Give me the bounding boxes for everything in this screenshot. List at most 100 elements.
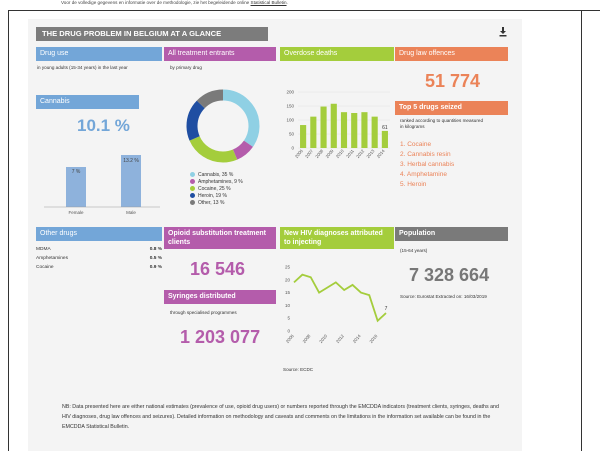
legend-swatch	[190, 172, 195, 177]
syringes-value: 1 203 077	[180, 327, 261, 347]
other-drug-row: Amphetamines 0.5 %	[36, 256, 162, 261]
overdose-ytick: 50	[289, 132, 295, 137]
legend-swatch	[190, 186, 195, 191]
overdose-xtick: 2010	[335, 148, 345, 159]
treatment-subtitle: by primary drug	[170, 65, 202, 70]
overdose-bar	[371, 116, 378, 148]
overdose-ytick: 150	[286, 104, 294, 109]
seized-list: 1. Cocaine 2. Cannabis resin 3. Herbal c…	[400, 141, 454, 191]
seized-item-4: 4. Amphetamine	[400, 171, 447, 178]
overdose-xtick: 2012	[355, 148, 365, 159]
overdose-ytick: 0	[291, 146, 294, 151]
overdose-bar	[340, 112, 348, 148]
bar-female-label: Female	[68, 210, 84, 215]
treatment-header: All treatment entrants	[164, 47, 276, 61]
overdose-xtick: 2006	[294, 148, 304, 159]
hiv-ytick: 5	[287, 316, 290, 321]
overdose-header: Overdose deaths	[280, 47, 394, 61]
syringes-subtitle: through specialised programmes	[170, 310, 237, 315]
population-header: Population	[395, 227, 508, 241]
overdose-bar	[361, 112, 368, 148]
overdose-bar	[310, 116, 317, 148]
seized-item-3: 3. Herbal cannabis	[400, 161, 455, 168]
hiv-last-label: 7	[385, 306, 388, 312]
overdose-ytick: 100	[286, 118, 294, 123]
drug-law-header: Drug law offences	[395, 47, 508, 61]
overdose-xtick: 2009	[325, 148, 335, 159]
legend-label: Heroin, 19 %	[198, 192, 227, 199]
hiv-ytick: 25	[285, 265, 291, 270]
footnote: NB: Data presented here are either natio…	[62, 404, 499, 430]
statistical-bulletin-link[interactable]: Statistical Bulletin	[251, 0, 287, 5]
cannabis-header: Cannabis	[36, 95, 139, 109]
overdose-xtick: 2014	[376, 148, 386, 159]
hiv-ytick: 10	[285, 303, 291, 308]
other-drug-row: MDMA 0.8 %	[36, 247, 162, 252]
treatment-donut-chart	[186, 89, 260, 163]
hiv-header: New HIV diagnoses attributed to injecting	[280, 227, 394, 249]
treatment-legend: Cannabis, 35 % Amphetamines, 9 % Cocaine, …	[190, 171, 243, 206]
overdose-bar-chart: 200 150 100 50 02006 2007 2008 2009 2010 2011 2012…	[286, 90, 390, 159]
legend-label: Cocaine, 25 %	[198, 185, 231, 192]
drug-use-header: Drug use	[36, 47, 162, 61]
seized-subtitle: ranked according to quantities measured …	[400, 118, 483, 129]
cannabis-value: 10.1 %	[77, 116, 130, 135]
infographic-title: THE DRUG PROBLEM IN BELGIUM AT A GLANCE	[36, 27, 268, 41]
legend-item: Other, 13 %	[190, 199, 243, 206]
overdose-xtick: 2007	[304, 148, 314, 159]
hiv-xtick: 2010	[318, 333, 328, 344]
download-icon[interactable]	[498, 26, 508, 38]
overdose-xtick: 2013	[365, 148, 375, 159]
overdose-last-label: 61	[382, 125, 388, 131]
other-drugs-table: MDMA 0.8 % Amphetamines 0.5 % Cocaine 0.9 %	[36, 247, 162, 274]
opioid-value: 16 546	[190, 259, 246, 279]
overdose-bar	[351, 113, 358, 148]
legend-label: Cannabis, 35 %	[198, 171, 234, 178]
overdose-bar	[381, 130, 388, 148]
top-note-text: Voor de volledige gegevens en informatie…	[61, 0, 250, 5]
population-subtitle: (15-64 years)	[400, 248, 428, 253]
other-drugs-header: Other drugs	[36, 227, 162, 241]
legend-item: Heroin, 19 %	[190, 192, 243, 199]
bar-female-value: 7 %	[72, 169, 81, 175]
hiv-line-chart: 25 20 15 10 5 02006 2008 2010 2012 2014 2016 7	[285, 265, 388, 344]
hiv-line	[293, 273, 387, 323]
overdose-bar	[330, 103, 337, 148]
legend-item: Cannabis, 35 %	[190, 171, 243, 178]
frame-top-border	[8, 10, 600, 11]
seized-item-5: 5. Heroin	[400, 181, 427, 188]
hiv-ytick: 20	[285, 277, 291, 282]
top-note-end: .	[286, 0, 288, 5]
bar-male-value: 13.2 %	[123, 158, 139, 164]
legend-swatch	[190, 179, 195, 184]
seized-item-2: 2. Cannabis resin	[400, 151, 451, 158]
seized-header: Top 5 drugs seized	[395, 101, 508, 115]
hiv-ytick: 0	[287, 329, 290, 334]
overdose-bar	[320, 106, 327, 148]
frame-right-border	[581, 10, 582, 451]
hiv-ytick: 15	[285, 290, 291, 295]
opioid-header: Opioid substitution treatment clients	[164, 227, 276, 249]
syringes-header: Syringes distributed	[164, 290, 276, 304]
population-source: Source: Eurostat Extracted on: 16/03/201…	[400, 294, 487, 299]
legend-swatch	[190, 200, 195, 205]
overdose-ytick: 200	[286, 90, 294, 95]
frame-left-border	[8, 10, 9, 451]
hiv-xtick: 2014	[352, 333, 362, 344]
legend-swatch	[190, 193, 195, 198]
other-drug-row: Cocaine 0.9 %	[36, 265, 162, 270]
overdose-xtick: 2011	[345, 148, 355, 159]
overdose-xtick: 2008	[314, 148, 324, 159]
hiv-xtick: 2016	[368, 333, 378, 344]
hiv-source: Source: ECDC	[283, 367, 314, 372]
top-note: Voor de volledige gegevens en informatie…	[61, 0, 288, 5]
cannabis-bar-chart: 7 % 13.2 % Female Male	[44, 155, 160, 215]
legend-label: Amphetamines, 9 %	[198, 178, 243, 185]
legend-item: Cocaine, 25 %	[190, 185, 243, 192]
hiv-xtick: 2008	[302, 333, 312, 344]
overdose-bar	[300, 125, 307, 148]
hiv-xtick: 2006	[285, 333, 295, 344]
population-value: 7 328 664	[409, 265, 490, 285]
bar-male-label: Male	[126, 210, 136, 215]
hiv-xtick: 2012	[335, 333, 345, 344]
